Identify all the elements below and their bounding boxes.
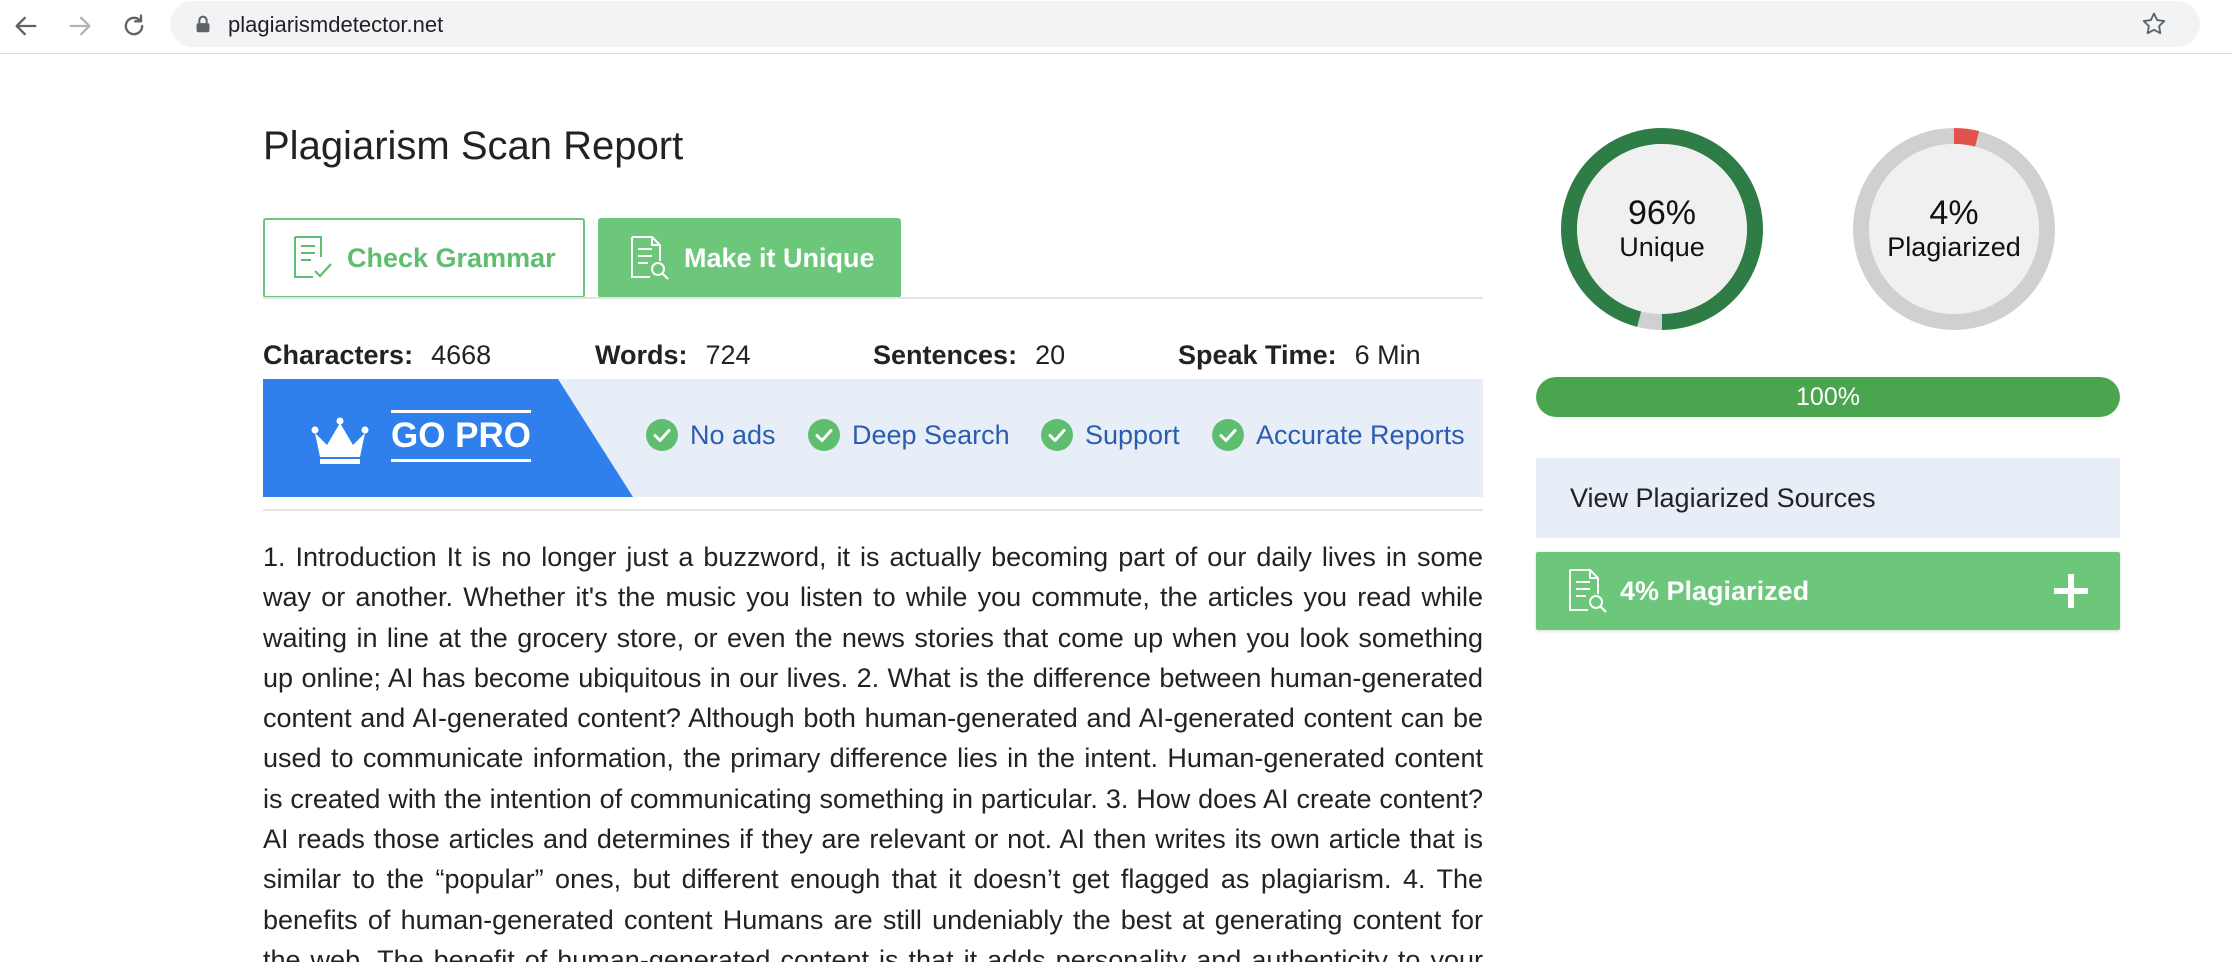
- view-sources-button[interactable]: View Plagiarized Sources: [1536, 458, 2120, 538]
- check-grammar-button[interactable]: Check Grammar: [263, 218, 585, 298]
- divider: [263, 297, 1483, 299]
- plagiarized-caption: Plagiarized: [1887, 232, 2021, 262]
- arrow-left-icon: [15, 16, 37, 36]
- back-button[interactable]: [6, 6, 46, 46]
- plus-icon[interactable]: [2052, 572, 2090, 610]
- page-title: Plagiarism Scan Report: [263, 124, 684, 168]
- feature-support: Support: [1041, 419, 1180, 451]
- url-text: plagiarismdetector.net: [228, 12, 444, 37]
- stat-characters: Characters: 4668: [263, 340, 491, 371]
- go-pro-button[interactable]: GO PRO: [263, 379, 633, 497]
- arrow-right-icon: [69, 16, 91, 36]
- divider: [263, 509, 1483, 511]
- make-unique-label: Make it Unique: [684, 242, 875, 273]
- go-pro-banner: GO PRO No ads Deep Search Support Accura…: [263, 379, 1483, 497]
- check-circle-icon: [808, 419, 840, 451]
- feature-accurate-reports: Accurate Reports: [1212, 419, 1465, 451]
- unique-caption: Unique: [1619, 232, 1705, 262]
- make-unique-button[interactable]: Make it Unique: [598, 218, 901, 298]
- feature-label: Deep Search: [852, 419, 1010, 450]
- stat-value: 20: [1035, 340, 1066, 370]
- plagiarized-section-label: 4% Plagiarized: [1620, 575, 1810, 606]
- reload-icon: [124, 14, 144, 36]
- stat-value: 6 Min: [1354, 340, 1421, 370]
- bookmark-star-icon[interactable]: [2140, 10, 2168, 38]
- check-circle-icon: [1041, 419, 1073, 451]
- stat-speak-time: Speak Time: 6 Min: [1178, 340, 1421, 371]
- feature-label: Support: [1085, 419, 1180, 450]
- stat-value: 724: [705, 340, 751, 370]
- reload-button[interactable]: [114, 6, 154, 46]
- scanned-text: 1. Introduction It is no longer just a b…: [263, 542, 1483, 962]
- check-circle-icon: [646, 419, 678, 451]
- unique-percent: 96%: [1627, 194, 1697, 232]
- progress-label: 100%: [1796, 383, 1860, 411]
- plagiarized-labels: 4% Plagiarized: [1853, 128, 2055, 330]
- feature-deep-search: Deep Search: [808, 419, 1010, 451]
- document-search-icon: [631, 236, 669, 280]
- feature-label: Accurate Reports: [1256, 419, 1465, 450]
- stat-value: 4668: [431, 340, 492, 370]
- lock-icon: [196, 15, 210, 33]
- stat-label: Speak Time:: [1178, 340, 1337, 370]
- address-bar[interactable]: plagiarismdetector.net: [170, 1, 2200, 47]
- document-search-icon: [1569, 569, 1607, 613]
- check-grammar-label: Check Grammar: [347, 242, 556, 273]
- stat-words: Words: 724: [595, 340, 751, 371]
- browser-toolbar: plagiarismdetector.net: [0, 0, 2232, 54]
- plagiarized-section-toggle[interactable]: 4% Plagiarized: [1536, 552, 2120, 630]
- forward-button[interactable]: [60, 6, 100, 46]
- stat-label: Characters:: [263, 340, 414, 370]
- stat-sentences: Sentences: 20: [873, 340, 1065, 371]
- scan-progress-bar: 100%: [1536, 377, 2120, 417]
- plagiarized-gauge: 4% Plagiarized: [1853, 128, 2055, 330]
- crown-icon: [311, 417, 369, 464]
- unique-gauge: 96% Unique: [1561, 128, 1763, 330]
- stat-label: Sentences:: [873, 340, 1018, 370]
- feature-label: No ads: [690, 419, 776, 450]
- stat-label: Words:: [595, 340, 688, 370]
- grammar-document-icon: [294, 236, 332, 278]
- go-pro-label: GO PRO: [391, 410, 532, 462]
- check-circle-icon: [1212, 419, 1244, 451]
- unique-labels: 96% Unique: [1561, 128, 1763, 330]
- plagiarized-percent: 4%: [1929, 194, 1979, 232]
- feature-no-ads: No ads: [646, 419, 776, 451]
